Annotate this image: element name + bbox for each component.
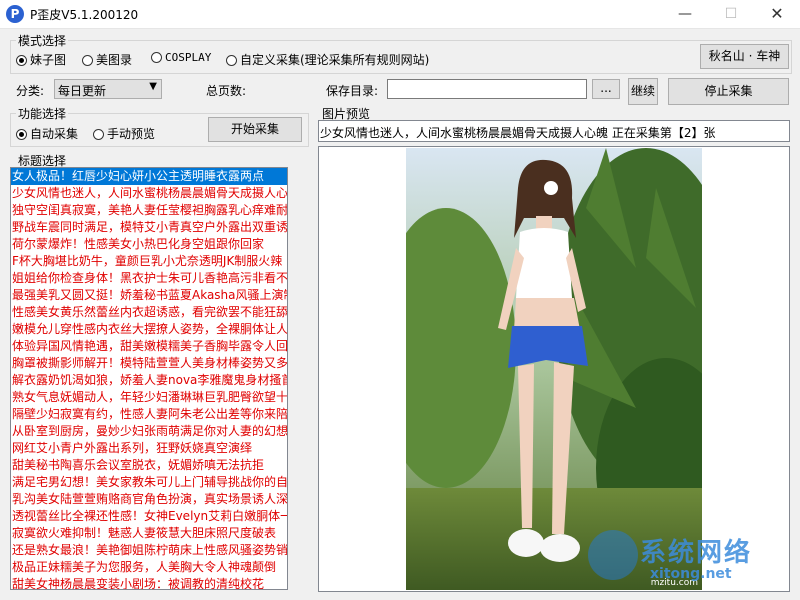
title-list-item[interactable]: 胸罩被撕影师解开！模特陆萱萱人美身材棒姿势又多 (11, 355, 287, 372)
function-option-label: 自动采集 (30, 127, 79, 141)
title-list-item[interactable]: 野战车震同时满足，模特艾小青真空户外露出双重诱 (11, 219, 287, 236)
title-list-item[interactable]: F杯大胸堪比奶牛，童颜巨乳小尤奈透明JK制服火辣 (11, 253, 287, 270)
app-logo-icon: P (6, 5, 24, 23)
author-button[interactable]: 秋名山 · 车神 (700, 44, 789, 69)
radio-unchecked-icon (93, 129, 104, 140)
title-list-item[interactable]: 透视蕾丝比全裸还性感！女神Evelyn艾莉白嫩胴体一 (11, 508, 287, 525)
title-list-item[interactable]: 性感美女黄乐然蕾丝内衣超诱惑，看完欲罢不能狂舔 (11, 304, 287, 321)
image-preview: mzitu.com (318, 146, 790, 592)
title-list-item[interactable]: 解衣露奶饥渴如狼，娇羞人妻nova李雅魔鬼身材搔首 (11, 372, 287, 389)
status-text: 少女风情也迷人，人间水蜜桃杨晨晨媚骨天成摄人心魄 正在采集第【2】张 (320, 126, 716, 140)
title-list-item[interactable]: 还是熟女最浪！美艳御姐陈柠萌床上性感风骚姿势销 (11, 542, 287, 559)
title-list-item[interactable]: 少女风情也迷人，人间水蜜桃杨晨晨媚骨天成摄人心 (11, 185, 287, 202)
browse-button[interactable]: ... (592, 79, 620, 99)
function-radio-auto[interactable]: 自动采集 (16, 125, 78, 142)
mode-option-label: COSPLAY (165, 51, 212, 64)
watermark-domain: xitong.net (650, 566, 732, 582)
title-list-item[interactable]: 独守空闺真寂寞，美艳人妻任莹樱袒胸露乳心痒难耐 (11, 202, 287, 219)
minimize-button[interactable]: — (662, 0, 708, 28)
total-pages-label: 总页数: (206, 84, 247, 98)
mode-group-label: 模式选择 (16, 32, 69, 49)
maximize-button: ☐ (708, 0, 754, 28)
mode-radio-cosplay[interactable]: COSPLAY (151, 51, 211, 64)
title-list-item[interactable]: 荷尔蒙爆炸！性感美女小热巴化身空姐跟你回家 (11, 236, 287, 253)
title-list-item[interactable]: 甜美秘书陶喜乐会议室脱衣，妩媚娇嗔无法抗拒 (11, 457, 287, 474)
watermark-text: 系统网络 (640, 538, 753, 568)
title-list-item[interactable]: 乳沟美女陆萱萱贿赂商官角色扮演，真实场景诱人深 (11, 491, 287, 508)
save-dir-input[interactable] (387, 79, 587, 99)
stop-button[interactable]: 停止采集 (668, 78, 789, 105)
mode-option-label: 妹子图 (30, 53, 67, 67)
start-button[interactable]: 开始采集 (208, 117, 302, 142)
title-list-item[interactable]: 从卧室到厨房，曼妙少妇张雨萌满足你对人妻的幻想 (11, 423, 287, 440)
radio-checked-icon (16, 129, 27, 140)
title-list[interactable]: 女人极品！红唇少妇心妍小公主透明睡衣露两点 少女风情也迷人，人间水蜜桃杨晨晨媚骨天… (10, 167, 288, 590)
title-list-item[interactable]: 甜美女神杨晨晨变装小剧场：被调教的清纯校花 (11, 576, 287, 589)
title-list-item[interactable]: 寂寞欲火难抑制！魅惑人妻筱慧大胆床照尺度破表 (11, 525, 287, 542)
title-list-item[interactable]: 女人极品！红唇少妇心妍小公主透明睡衣露两点 (11, 168, 287, 185)
radio-unchecked-icon (151, 52, 162, 63)
mode-radio-custom[interactable]: 自定义采集(理论采集所有规则网站) (226, 51, 429, 68)
title-bar: P P歪皮V5.1.200120 — ☐ ✕ (0, 0, 800, 29)
mode-option-label: 美图录 (96, 53, 133, 67)
chevron-down-icon: ▼ (149, 81, 157, 92)
preview-photo: mzitu.com (406, 148, 702, 590)
minimize-icon: — (678, 6, 692, 22)
status-textbox: 少女风情也迷人，人间水蜜桃杨晨晨媚骨天成摄人心魄 正在采集第【2】张 (318, 120, 790, 142)
function-option-label: 手动预览 (107, 127, 156, 141)
title-list-item[interactable]: 极品正妹糯美子为您服务，人美胸大令人神魂颠倒 (11, 559, 287, 576)
watermark-logo-icon (588, 530, 638, 580)
window-title: P歪皮V5.1.200120 (30, 8, 139, 22)
close-icon: ✕ (770, 4, 784, 23)
title-list-item[interactable]: 姐姐给你检查身体！黑衣护士朱可儿香艳高污非看不 (11, 270, 287, 287)
radio-checked-icon (16, 55, 27, 66)
title-list-item[interactable]: 满足宅男幻想！美女家教朱可儿上门辅导挑战你的自 (11, 474, 287, 491)
title-list-item[interactable]: 网红艾小青户外露出系列，狂野妖娆真空演绎 (11, 440, 287, 457)
title-list-item[interactable]: 体验异国风情艳遇，甜美嫩模糯美子香胸毕露令人回 (11, 338, 287, 355)
mode-option-label: 自定义采集(理论采集所有规则网站) (240, 53, 430, 67)
function-radio-manual[interactable]: 手动预览 (93, 125, 155, 142)
close-button[interactable]: ✕ (754, 0, 800, 28)
title-list-item[interactable]: 熟女气息妩媚动人，年轻少妇潘琳琳巨乳肥臀欲望十 (11, 389, 287, 406)
maximize-icon: ☐ (724, 6, 738, 22)
photo-image (406, 148, 702, 590)
mode-radio-meizitu[interactable]: 妹子图 (16, 51, 66, 68)
category-label: 分类: (16, 84, 45, 98)
title-list-item[interactable]: 嫩模允儿穿性感内衣丝大摆撩人姿势，全裸胴体让人受 (11, 321, 287, 338)
continue-button[interactable]: 继续 (628, 78, 658, 105)
title-list-item[interactable]: 最强美乳又圆又挺！娇羞秘书蓝夏Akasha风骚上演制 (11, 287, 287, 304)
radio-unchecked-icon (82, 55, 93, 66)
radio-unchecked-icon (226, 55, 237, 66)
category-select[interactable]: 每日更新 ▼ (54, 79, 162, 99)
save-dir-label: 保存目录: (326, 84, 379, 98)
function-group-label: 功能选择 (16, 105, 69, 122)
mode-radio-meitulu[interactable]: 美图录 (82, 51, 132, 68)
title-list-item[interactable]: 隔壁少妇寂寞有约，性感人妻阿朱老公出差等你来陪 (11, 406, 287, 423)
category-selected-value: 每日更新 (58, 84, 107, 98)
